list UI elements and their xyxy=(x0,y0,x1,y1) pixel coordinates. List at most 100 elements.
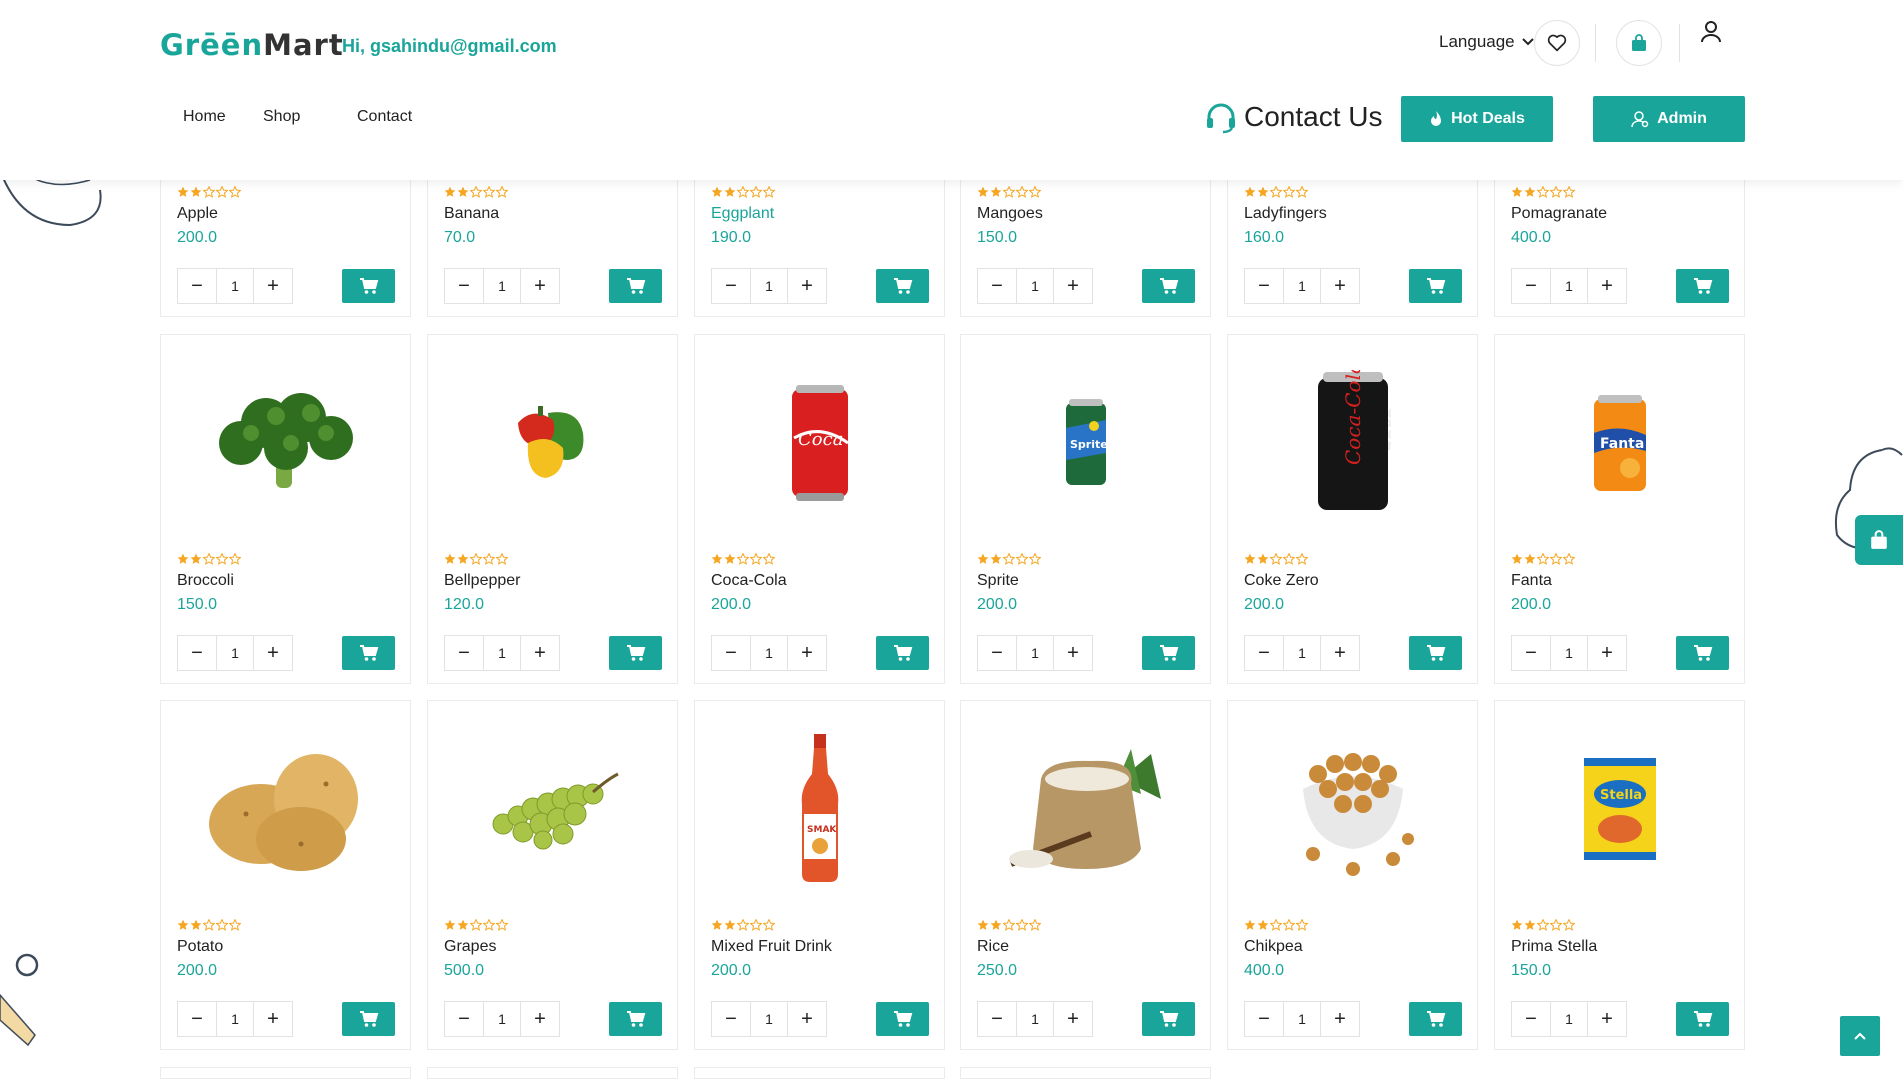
quantity-value[interactable]: 1 xyxy=(483,269,521,303)
logo[interactable]: GrēēnMart xyxy=(160,27,344,63)
product-card[interactable]: Fanta Fanta 200.0 −1 + xyxy=(1494,334,1745,684)
product-name[interactable]: Prima Stella xyxy=(1511,938,1597,956)
product-name[interactable]: Rice xyxy=(977,938,1009,956)
quantity-value[interactable]: 1 xyxy=(750,269,788,303)
add-to-cart-button[interactable] xyxy=(1409,1002,1462,1036)
add-to-cart-button[interactable] xyxy=(876,269,929,303)
increment-button[interactable]: + xyxy=(788,636,826,670)
account-button[interactable] xyxy=(1700,20,1722,44)
product-card[interactable]: Potato 200.0 −1 + xyxy=(160,700,411,1050)
increment-button[interactable]: + xyxy=(521,269,559,303)
add-to-cart-button[interactable] xyxy=(342,269,395,303)
product-card[interactable]: Stella Prima Stella 150.0 −1 + xyxy=(1494,700,1745,1050)
quantity-value[interactable]: 1 xyxy=(1016,1002,1054,1036)
quantity-value[interactable]: 1 xyxy=(483,636,521,670)
product-name[interactable]: Grapes xyxy=(444,938,496,956)
cart-button[interactable] xyxy=(1616,20,1662,66)
decrement-button[interactable]: − xyxy=(1245,1002,1283,1036)
scroll-to-top-button[interactable] xyxy=(1840,1016,1880,1056)
decrement-button[interactable]: − xyxy=(978,1002,1016,1036)
product-image[interactable] xyxy=(1228,731,1477,886)
increment-button[interactable]: + xyxy=(254,269,292,303)
product-name[interactable]: Fanta xyxy=(1511,572,1552,590)
product-image[interactable]: Fanta xyxy=(1495,365,1744,520)
product-card[interactable]: Rice 250.0 −1 + xyxy=(960,700,1211,1050)
add-to-cart-button[interactable] xyxy=(1142,1002,1195,1036)
add-to-cart-button[interactable] xyxy=(1409,636,1462,670)
quantity-value[interactable]: 1 xyxy=(1283,269,1321,303)
wishlist-button[interactable] xyxy=(1534,20,1580,66)
add-to-cart-button[interactable] xyxy=(1676,1002,1729,1036)
product-card[interactable] xyxy=(694,1067,945,1079)
increment-button[interactable]: + xyxy=(521,1002,559,1036)
quantity-value[interactable]: 1 xyxy=(1550,1002,1588,1036)
product-name[interactable]: Pomagranate xyxy=(1511,205,1607,223)
increment-button[interactable]: + xyxy=(1054,636,1092,670)
product-image[interactable]: SMAK xyxy=(695,731,944,886)
decrement-button[interactable]: − xyxy=(712,269,750,303)
nav-contact[interactable]: Contact xyxy=(357,108,412,126)
floating-cart-button[interactable] xyxy=(1855,515,1903,565)
add-to-cart-button[interactable] xyxy=(342,636,395,670)
increment-button[interactable]: + xyxy=(254,1002,292,1036)
decrement-button[interactable]: − xyxy=(712,1002,750,1036)
increment-button[interactable]: + xyxy=(1588,1002,1626,1036)
product-image[interactable] xyxy=(161,365,410,520)
decrement-button[interactable]: − xyxy=(1245,269,1283,303)
product-card[interactable]: Coca-Cola zero Coke Zero 200.0 −1 + xyxy=(1227,334,1478,684)
quantity-value[interactable]: 1 xyxy=(1016,636,1054,670)
quantity-value[interactable]: 1 xyxy=(1550,269,1588,303)
product-name[interactable]: Broccoli xyxy=(177,572,234,590)
product-card[interactable]: Bellpepper 120.0 −1 + xyxy=(427,334,678,684)
product-image[interactable]: Coca-Cola zero xyxy=(1228,365,1477,520)
quantity-value[interactable]: 1 xyxy=(1283,636,1321,670)
product-image[interactable] xyxy=(961,731,1210,886)
decrement-button[interactable]: − xyxy=(445,269,483,303)
product-name[interactable]: Apple xyxy=(177,205,218,223)
product-image[interactable] xyxy=(428,365,677,520)
contact-us-link[interactable]: Contact Us xyxy=(1204,100,1383,134)
product-image[interactable] xyxy=(428,731,677,886)
quantity-value[interactable]: 1 xyxy=(483,1002,521,1036)
product-name[interactable]: Eggplant xyxy=(711,205,774,223)
product-image[interactable]: Coca xyxy=(695,365,944,520)
add-to-cart-button[interactable] xyxy=(1676,636,1729,670)
increment-button[interactable]: + xyxy=(788,1002,826,1036)
product-card[interactable]: SMAK Mixed Fruit Drink 200.0 −1 + xyxy=(694,700,945,1050)
decrement-button[interactable]: − xyxy=(978,636,1016,670)
decrement-button[interactable]: − xyxy=(178,1002,216,1036)
product-card[interactable] xyxy=(427,1067,678,1079)
product-name[interactable]: Banana xyxy=(444,205,499,223)
product-name[interactable]: Potato xyxy=(177,938,223,956)
increment-button[interactable]: + xyxy=(1054,269,1092,303)
quantity-value[interactable]: 1 xyxy=(216,636,254,670)
increment-button[interactable]: + xyxy=(788,269,826,303)
add-to-cart-button[interactable] xyxy=(609,1002,662,1036)
product-image[interactable]: Sprite xyxy=(961,365,1210,520)
product-card[interactable] xyxy=(160,1067,411,1079)
nav-shop[interactable]: Shop xyxy=(263,108,300,126)
increment-button[interactable]: + xyxy=(521,636,559,670)
add-to-cart-button[interactable] xyxy=(342,1002,395,1036)
product-name[interactable]: Mixed Fruit Drink xyxy=(711,938,832,956)
quantity-value[interactable]: 1 xyxy=(1016,269,1054,303)
hot-deals-button[interactable]: Hot Deals xyxy=(1401,96,1553,142)
decrement-button[interactable]: − xyxy=(1512,1002,1550,1036)
decrement-button[interactable]: − xyxy=(1512,636,1550,670)
language-dropdown[interactable]: Language xyxy=(1439,32,1535,52)
add-to-cart-button[interactable] xyxy=(1409,269,1462,303)
product-card[interactable]: Broccoli 150.0 −1 + xyxy=(160,334,411,684)
product-card[interactable] xyxy=(960,1067,1211,1079)
admin-button[interactable]: Admin xyxy=(1593,96,1745,142)
add-to-cart-button[interactable] xyxy=(609,636,662,670)
quantity-value[interactable]: 1 xyxy=(1550,636,1588,670)
decrement-button[interactable]: − xyxy=(978,269,1016,303)
quantity-value[interactable]: 1 xyxy=(750,636,788,670)
add-to-cart-button[interactable] xyxy=(876,636,929,670)
decrement-button[interactable]: − xyxy=(1512,269,1550,303)
product-card[interactable]: Chikpea 400.0 −1 + xyxy=(1227,700,1478,1050)
increment-button[interactable]: + xyxy=(1588,636,1626,670)
product-name[interactable]: Chikpea xyxy=(1244,938,1303,956)
increment-button[interactable]: + xyxy=(254,636,292,670)
quantity-value[interactable]: 1 xyxy=(216,1002,254,1036)
